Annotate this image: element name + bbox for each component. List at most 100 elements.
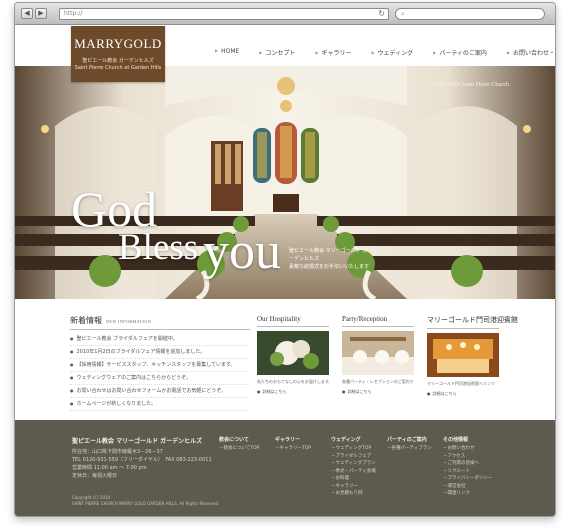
- card-hospitality[interactable]: Our Hospitality 私たちのおもてなしの心をお届けします。 詳細はこ…: [257, 315, 329, 397]
- nav-item-gallery[interactable]: ギャラリー: [305, 48, 361, 57]
- footer-col-heading[interactable]: ウェディング: [331, 436, 381, 443]
- hero-title-bless: Bless: [118, 227, 199, 268]
- bullet-icon: ●: [70, 336, 74, 341]
- footer-link[interactable]: －お見積もり例: [331, 490, 381, 498]
- news-item[interactable]: ● 聖ピエール教会 ブライダルフェアを開催中。: [70, 333, 250, 346]
- hero-image: Garden Hills Saint Pierre Church God Ble…: [15, 66, 555, 299]
- site-footer: 聖ピエール教会 マリーゴールド ガーデンヒルズ 所在地：山口県下関市綾羅木3－2…: [15, 420, 555, 516]
- news-title-en: NEW INFORMATION: [106, 319, 152, 324]
- footer-address: 所在地：山口県下関市綾羅木3－26－37 TEL 0120-931-559（フリ…: [72, 448, 212, 480]
- hero-caption-1: 聖ピエール教会 マリーゴールド ガーデンヒルズ: [289, 248, 368, 262]
- logo-sub-en: Saint Pierre Church at Garden Hills: [74, 65, 162, 71]
- footer-link[interactable]: －お問い合わせ: [443, 445, 493, 453]
- footer-link[interactable]: －リクルート: [443, 468, 493, 476]
- site-header: MARRYGOLD 聖ピエール教会 ガーデンヒルズ Saint Pierre C…: [15, 26, 555, 82]
- card-title: Our Hospitality: [257, 315, 329, 327]
- footer-link[interactable]: －ウェディングTOP: [331, 445, 381, 453]
- browser-toolbar: ◀ ▶ http:// ↻ ⌕: [15, 3, 555, 25]
- news-item[interactable]: ● 2010年1月2日のブライダルフェア情報を追加しました。: [70, 346, 250, 359]
- footer-link[interactable]: －ギャラリー: [331, 483, 381, 491]
- footer-col-heading[interactable]: 教会について: [219, 436, 269, 443]
- footer-link[interactable]: －ギャラリーTOP: [275, 445, 325, 453]
- news-item[interactable]: ● 【採用情報】サービススタッフ、キッチンスタッフを募集しています。: [70, 359, 250, 372]
- news-item[interactable]: ● ホームページが新しくなりました。: [70, 398, 250, 411]
- main-content: 新着情報 NEW INFORMATION ● 聖ピエール教会 ブライダルフェアを開催…: [15, 311, 555, 416]
- news-item-text: ウェディングウェアのご案内はこちらからどうぞ。: [76, 375, 192, 381]
- search-input[interactable]: ⌕: [395, 8, 545, 20]
- footer-col-party: パーティのご案内 －各種パーティプラン: [387, 436, 437, 498]
- news-title-jp: 新着情報: [70, 316, 102, 325]
- footer-link[interactable]: －プライバシーポリシー: [443, 475, 493, 483]
- card-image-guesthouse[interactable]: [427, 333, 499, 377]
- footer-link[interactable]: －各種パーティプラン: [387, 445, 437, 453]
- nav-item-home[interactable]: HOME: [205, 48, 249, 57]
- footer-link[interactable]: －ブライダルフェア: [331, 453, 381, 461]
- footer-link[interactable]: －お料理: [331, 475, 381, 483]
- logo-text: MARRYGOLD: [74, 36, 162, 51]
- search-icon: ⌕: [401, 10, 405, 18]
- bullet-icon: ●: [70, 401, 74, 406]
- hero-caption-2: 素敵な結婚式をお手伝いいたします: [289, 264, 370, 270]
- footer-col-heading[interactable]: パーティのご案内: [387, 436, 437, 443]
- news-title: 新着情報 NEW INFORMATION: [70, 315, 250, 330]
- news-item[interactable]: ● ウェディングウェアのご案内はこちらからどうぞ。: [70, 372, 250, 385]
- card-image-hospitality[interactable]: [257, 331, 329, 375]
- footer-col-gallery: ギャラリー －ギャラリーTOP: [275, 436, 325, 498]
- nav-item-concept[interactable]: コンセプト: [249, 48, 305, 57]
- news-item-text: お問い合わせはお問い合わせフォームかお電話でお気軽にどうぞ。: [76, 388, 227, 394]
- footer-col-other: その他情報 －お問い合わせ －アクセス －ご列席の皆様へ －リクルート －プライ…: [443, 436, 493, 498]
- card-image-party[interactable]: [342, 331, 414, 375]
- copyright-line: SAINT PIERRE CHURCH MARRY GOLD GARDEN HI…: [72, 501, 220, 506]
- footer-col-heading[interactable]: その他情報: [443, 436, 493, 443]
- forward-arrow-icon[interactable]: ▶: [35, 8, 47, 19]
- card-more-link[interactable]: 詳細はこちら: [342, 389, 414, 395]
- card-guesthouse[interactable]: マリーゴールド門司港迎賓館 マリーゴールド門司港迎賓館へリンク 詳細はこちら: [427, 315, 518, 397]
- nav-item-party[interactable]: パーティのご案内: [423, 48, 497, 57]
- card-desc: 各種パーティ・レセプションのご案内です。: [342, 379, 414, 384]
- card-desc: 私たちのおもてなしの心をお届けします。: [257, 379, 329, 384]
- main-nav: HOME コンセプト ギャラリー ウェディング パーティのご案内 お問い合わせ・…: [205, 48, 555, 57]
- news-item-text: 聖ピエール教会 ブライダルフェアを開催中。: [76, 336, 178, 342]
- reload-icon[interactable]: ↻: [378, 9, 385, 19]
- card-desc: マリーゴールド門司港迎賓館へリンク: [427, 381, 495, 386]
- footer-link[interactable]: －挙式・パーティ会場: [331, 468, 381, 476]
- back-arrow-icon[interactable]: ◀: [21, 8, 33, 19]
- footer-link[interactable]: －運営会社: [443, 483, 493, 491]
- footer-link[interactable]: －アクセス: [443, 453, 493, 461]
- news-item-text: 2010年1月2日のブライダルフェア情報を追加しました。: [76, 349, 206, 355]
- logo-sub-jp: 聖ピエール教会 ガーデンヒルズ: [82, 58, 154, 64]
- card-title: マリーゴールド門司港迎賓館: [427, 315, 518, 329]
- footer-link[interactable]: －関連リンク: [443, 490, 493, 498]
- nav-item-wedding[interactable]: ウェディング: [361, 48, 423, 57]
- footer-address-line: 所在地：山口県下関市綾羅木3－26－37: [72, 449, 163, 455]
- footer-address-line: 定休日：毎週火曜日: [72, 473, 118, 479]
- bullet-icon: ●: [70, 375, 74, 380]
- card-more-link[interactable]: 詳細はこちら: [257, 389, 329, 395]
- browser-window: ◀ ▶ http:// ↻ ⌕ MARRYGOLD 聖ピエール教会 ガーデンヒル…: [14, 2, 556, 517]
- site-logo[interactable]: MARRYGOLD 聖ピエール教会 ガーデンヒルズ Saint Pierre C…: [71, 26, 165, 82]
- footer-link[interactable]: －ウェディングプラン: [331, 460, 381, 468]
- footer-col-heading[interactable]: ギャラリー: [275, 436, 325, 443]
- hero-label: Garden Hills Saint Pierre Church: [429, 82, 509, 88]
- bullet-icon: ●: [70, 349, 74, 354]
- card-title: Party/Reception: [342, 315, 414, 327]
- hero-caption: 聖ピエール教会 マリーゴールド ガーデンヒルズ 素敵な結婚式をお手伝いいたします: [289, 247, 369, 271]
- hero-title-you: you: [203, 223, 281, 280]
- card-more-link[interactable]: 詳細はこちら: [427, 391, 499, 397]
- footer-copyright: Copyright (C) 2010 SAINT PIERRE CHURCH M…: [72, 495, 219, 507]
- nav-item-contact[interactable]: お問い合わせ・その他情報: [497, 48, 555, 57]
- address-bar[interactable]: http:// ↻: [59, 8, 389, 20]
- footer-address-line: TEL 0120-931-559（フリーダイヤル） FAX 083-223-00…: [72, 457, 212, 463]
- news-item-text: ホームページが新しくなりました。: [76, 401, 157, 407]
- footer-sitemap: 教会について －教会についてTOP ギャラリー －ギャラリーTOP ウェディング…: [219, 436, 499, 498]
- footer-address-line: 営業時間 11:00 am ～ 7:00 pm: [72, 465, 147, 471]
- card-party[interactable]: Party/Reception 各種パーティ・レセプションのご案内です。 詳細は…: [342, 315, 414, 397]
- news-item[interactable]: ● お問い合わせはお問い合わせフォームかお電話でお気軽にどうぞ。: [70, 385, 250, 398]
- footer-col-wedding: ウェディング －ウェディングTOP －ブライダルフェア －ウェディングプラン －…: [331, 436, 381, 498]
- bullet-icon: ●: [70, 388, 74, 393]
- footer-link[interactable]: －教会についてTOP: [219, 445, 269, 453]
- news-section: 新着情報 NEW INFORMATION ● 聖ピエール教会 ブライダルフェアを開催…: [70, 315, 250, 411]
- footer-col-church: 教会について －教会についてTOP: [219, 436, 269, 498]
- footer-link[interactable]: －ご列席の皆様へ: [443, 460, 493, 468]
- news-list: ● 聖ピエール教会 ブライダルフェアを開催中。 ● 2010年1月2日のブライダルフ…: [70, 333, 250, 411]
